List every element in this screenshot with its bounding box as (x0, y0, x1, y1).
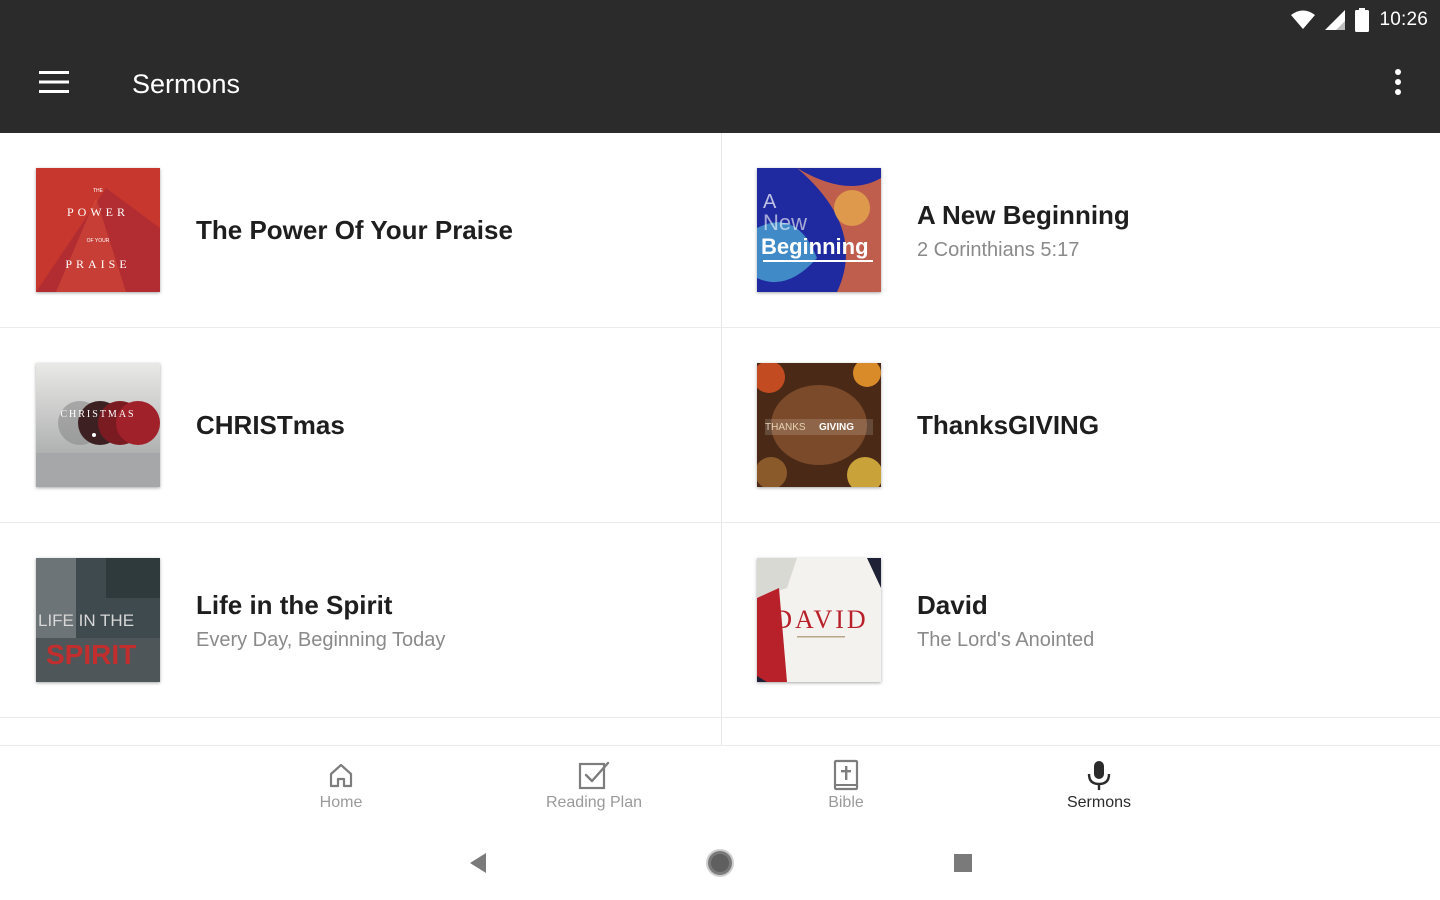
cell-signal-icon (1325, 10, 1346, 30)
app-header: 10:26 Sermons (0, 0, 1440, 133)
nav-label: Home (319, 794, 363, 811)
sermon-title: A New Beginning (917, 199, 1130, 230)
overflow-menu-button[interactable] (1384, 64, 1412, 104)
more-vertical-icon (1395, 68, 1401, 100)
nav-label: Reading Plan (545, 794, 643, 811)
art-text: DAVID (773, 605, 868, 634)
art-text: PRAISE (65, 257, 130, 271)
sermon-artwork-life-in-the-spirit: LIFE IN THE SPIRIT (36, 558, 160, 682)
art-text: CHRISTMAS (60, 409, 135, 420)
nav-label: Sermons (1066, 794, 1132, 811)
sermon-title: CHRISTmas (196, 410, 345, 440)
hamburger-menu-button[interactable] (26, 64, 82, 104)
system-navigation-bar (0, 827, 1440, 900)
sermon-text: David The Lord's Anointed (917, 523, 1094, 718)
recents-square-icon (953, 853, 973, 878)
sermon-title: The Power Of Your Praise (196, 215, 513, 245)
sermon-title: Life in the Spirit (196, 589, 393, 620)
system-back-button[interactable] (458, 847, 498, 883)
art-text: New (763, 210, 807, 235)
sermon-artwork-thanksgiving: THANKS GIVING (757, 363, 881, 487)
sermon-card[interactable]: CHRISTMAS CHRISTmas (0, 328, 721, 523)
sermon-card[interactable]: THE POWER OF YOUR PRAISE The Power Of Yo… (0, 133, 721, 328)
nav-item-home[interactable]: Home (241, 746, 441, 828)
sermon-subtitle: The Lord's Anointed (917, 628, 1095, 651)
back-triangle-icon (468, 852, 488, 879)
battery-icon (1355, 8, 1370, 32)
nav-label: Bible (828, 794, 864, 811)
wifi-icon (1291, 10, 1316, 30)
sermon-title: ThanksGIVING (917, 410, 1100, 440)
art-text: GIVING (819, 422, 854, 433)
nav-item-sermons[interactable]: Sermons (999, 746, 1199, 828)
sermon-text: A New Beginning 2 Corinthians 5:17 (917, 133, 1130, 328)
sermon-title: David (917, 589, 988, 620)
sermon-subtitle: 2 Corinthians 5:17 (917, 238, 1080, 261)
sermon-card[interactable]: LIFE IN THE SPIRIT Life in the Spirit Ev… (0, 523, 721, 718)
sermon-text: CHRISTmas (196, 328, 345, 523)
bottom-navigation: Home Reading Plan Bible Sermons (0, 745, 1440, 827)
art-text: THANKS (765, 422, 806, 433)
sermon-artwork-david: DAVID (757, 558, 881, 682)
sermon-artwork-power-of-praise: THE POWER OF YOUR PRAISE (36, 168, 160, 292)
home-circle-icon (705, 848, 735, 883)
home-icon (327, 758, 355, 792)
sermon-card[interactable]: DAVID David The Lord's Anointed (721, 523, 1440, 718)
art-text: THE (93, 188, 104, 194)
sermon-text: The Power Of Your Praise (196, 133, 513, 328)
system-recents-button[interactable] (943, 847, 983, 883)
sermon-artwork-christmas: CHRISTMAS (36, 363, 160, 487)
sermon-subtitle: Every Day, Beginning Today (196, 628, 446, 651)
nav-item-bible[interactable]: Bible (746, 746, 946, 828)
system-home-button[interactable] (700, 847, 740, 883)
status-time: 10:26 (1379, 9, 1428, 30)
page-title: Sermons (132, 69, 241, 99)
checkbox-icon (578, 758, 610, 792)
sermon-text: ThanksGIVING (917, 328, 1099, 523)
sermon-card[interactable]: A New Beginning A New Beginning 2 Corint… (721, 133, 1440, 328)
art-text: LIFE IN THE (38, 611, 134, 630)
microphone-icon (1086, 758, 1112, 792)
art-text: POWER (67, 205, 129, 219)
sermon-text: Life in the Spirit Every Day, Beginning … (196, 523, 445, 718)
art-text: Beginning (761, 234, 869, 259)
status-bar: 10:26 (1291, 6, 1428, 34)
art-text: OF YOUR (87, 238, 110, 244)
bible-icon (833, 758, 859, 792)
nav-item-reading-plan[interactable]: Reading Plan (494, 746, 694, 828)
hamburger-menu-icon (39, 70, 69, 98)
sermon-artwork-new-beginning: A New Beginning (757, 168, 881, 292)
sermon-card[interactable]: THANKS GIVING ThanksGIVING (721, 328, 1440, 523)
art-text: SPIRIT (46, 639, 136, 670)
sermon-grid: THE POWER OF YOUR PRAISE The Power Of Yo… (0, 133, 1440, 745)
